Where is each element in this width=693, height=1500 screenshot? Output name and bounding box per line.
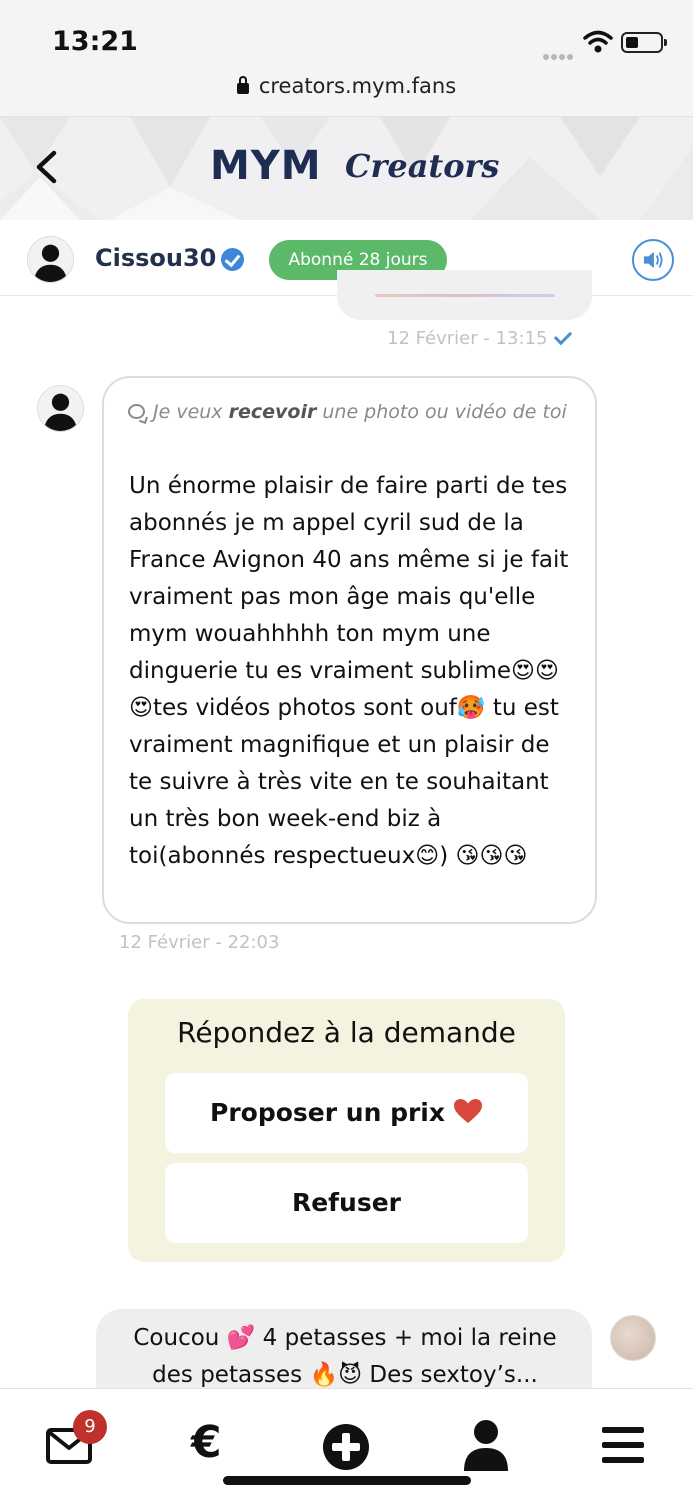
- add-icon[interactable]: [322, 1423, 370, 1471]
- propose-price-label: Proposer un prix: [210, 1098, 445, 1127]
- url-bar[interactable]: creators.mym.fans: [0, 74, 693, 98]
- message-timestamp: 12 Février - 13:15: [387, 328, 548, 349]
- profile-icon[interactable]: [462, 1419, 510, 1471]
- wifi-icon: [583, 30, 613, 53]
- message-timestamp: 12 Février - 22:03: [119, 932, 280, 953]
- read-check-icon: [553, 326, 573, 346]
- chat-bubble-icon: [128, 404, 145, 419]
- logo-creators: Creators: [345, 147, 500, 185]
- request-response-title: Répondez à la demande: [177, 1016, 516, 1049]
- verified-check-icon: [221, 248, 244, 271]
- refuse-button[interactable]: Refuser: [165, 1163, 528, 1243]
- creator-name[interactable]: Cissou30: [95, 244, 216, 272]
- lock-icon: [236, 76, 249, 94]
- home-indicator[interactable]: [223, 1476, 471, 1485]
- message-text: Un énorme plaisir de faire parti de tes …: [129, 473, 569, 869]
- request-bold: recevoir: [228, 401, 317, 423]
- euro-icon[interactable]: €: [191, 1417, 222, 1468]
- sender-avatar[interactable]: [37, 385, 84, 432]
- speaker-icon[interactable]: [632, 239, 674, 281]
- signal-icon: [543, 45, 575, 64]
- request-type: Je veux recevoir une photo ou vidéo de t…: [128, 394, 578, 431]
- back-icon[interactable]: [32, 150, 60, 184]
- menu-icon[interactable]: [602, 1426, 644, 1464]
- url-text: creators.mym.fans: [258, 74, 457, 98]
- request-suffix: une photo ou vidéo de toi: [316, 401, 567, 423]
- battery-icon: [621, 32, 667, 53]
- heart-icon: [454, 1099, 482, 1123]
- creator-avatar[interactable]: [610, 1315, 656, 1361]
- avatar[interactable]: [27, 236, 74, 283]
- propose-price-button[interactable]: Proposer un prix: [165, 1073, 528, 1153]
- browser-top-bar: [0, 0, 693, 117]
- next-message-text: Coucou 💕 4 petasses + moi la reine des p…: [133, 1325, 557, 1388]
- status-time: 13:21: [52, 26, 138, 57]
- previous-media-thumbnail: [375, 294, 555, 297]
- mail-badge: 9: [73, 1410, 107, 1444]
- logo-mym: MYM: [210, 143, 322, 189]
- request-prefix: Je veux: [153, 401, 229, 423]
